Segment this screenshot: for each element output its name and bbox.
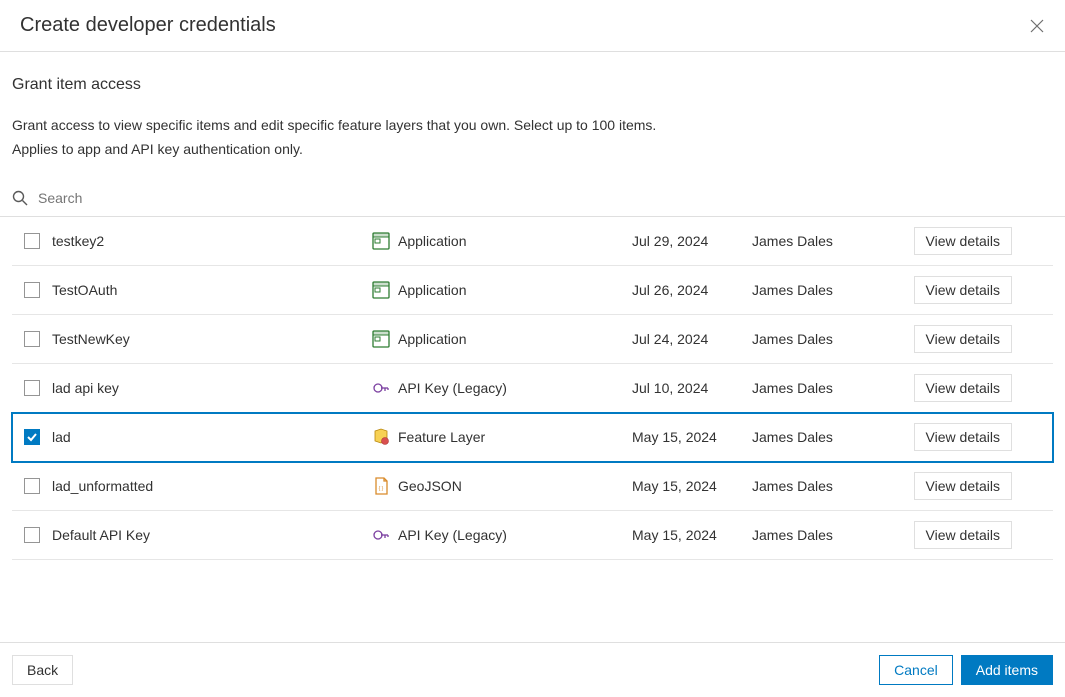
row-checkbox[interactable]	[24, 478, 40, 494]
modal-title: Create developer credentials	[20, 14, 276, 37]
table-row[interactable]: Default API Key API Key (Legacy) May 15, 2…	[12, 511, 1053, 560]
row-name: lad api key	[52, 380, 372, 396]
row-type: Feature Layer	[372, 428, 632, 446]
row-name: TestOAuth	[52, 282, 372, 298]
view-details-button[interactable]: View details	[914, 423, 1012, 451]
view-details-button[interactable]: View details	[914, 374, 1012, 402]
row-owner: James Dales	[752, 429, 882, 445]
row-type: Application	[372, 281, 632, 299]
row-owner: James Dales	[752, 380, 882, 396]
section-desc-1: Grant access to view specific items and …	[12, 114, 1053, 138]
apikey-icon	[372, 526, 390, 544]
search-icon	[12, 190, 28, 206]
view-details-button[interactable]: View details	[914, 472, 1012, 500]
row-date: May 15, 2024	[632, 478, 752, 494]
apikey-icon	[372, 379, 390, 397]
row-checkbox[interactable]	[24, 429, 40, 445]
row-owner: James Dales	[752, 233, 882, 249]
footer-right: Cancel Add items	[879, 655, 1053, 685]
row-name: Default API Key	[52, 527, 372, 543]
row-type-label: Application	[398, 233, 467, 249]
row-checkbox[interactable]	[24, 527, 40, 543]
row-name: TestNewKey	[52, 331, 372, 347]
table-row[interactable]: testkey2 Application Jul 29, 2024James Dal…	[12, 217, 1053, 266]
row-date: May 15, 2024	[632, 429, 752, 445]
table-row[interactable]: lad Feature Layer May 15, 2024James Dales V…	[12, 413, 1053, 462]
application-icon	[372, 281, 390, 299]
row-name: lad	[52, 429, 372, 445]
row-owner: James Dales	[752, 527, 882, 543]
row-type: API Key (Legacy)	[372, 379, 632, 397]
row-type-label: Application	[398, 331, 467, 347]
table-row[interactable]: lad api key API Key (Legacy) Jul 10, 2024J…	[12, 364, 1053, 413]
row-type: Application	[372, 330, 632, 348]
items-table[interactable]: testkey2ApplicationJul 29, 2024James Dal…	[0, 217, 1065, 642]
add-items-button[interactable]: Add items	[961, 655, 1053, 685]
view-details-button[interactable]: View details	[914, 276, 1012, 304]
table-row[interactable]: lad_unformatted { } GeoJSON May 15, 2024Jam…	[12, 462, 1053, 511]
application-icon	[372, 232, 390, 250]
row-date: May 15, 2024	[632, 527, 752, 543]
row-type: API Key (Legacy)	[372, 526, 632, 544]
section-desc-2: Applies to app and API key authenticatio…	[12, 138, 1053, 162]
row-date: Jul 26, 2024	[632, 282, 752, 298]
row-type-label: API Key (Legacy)	[398, 527, 507, 543]
view-details-button[interactable]: View details	[914, 227, 1012, 255]
create-credentials-modal: Create developer credentials Grant item …	[0, 0, 1065, 697]
row-checkbox[interactable]	[24, 380, 40, 396]
row-type-label: Application	[398, 282, 467, 298]
modal-header: Create developer credentials	[0, 0, 1065, 52]
table-row[interactable]: TestNewKey Application Jul 24, 2024James D…	[12, 315, 1053, 364]
row-type-label: GeoJSON	[398, 478, 462, 494]
section-title: Grant item access	[12, 76, 1053, 94]
row-name: testkey2	[52, 233, 372, 249]
search-bar	[0, 180, 1065, 217]
close-icon[interactable]	[1029, 18, 1045, 34]
row-checkbox[interactable]	[24, 233, 40, 249]
table-row[interactable]: TestOAuth Application Jul 26, 2024James Da…	[12, 266, 1053, 315]
row-name: lad_unformatted	[52, 478, 372, 494]
back-button[interactable]: Back	[12, 655, 73, 685]
row-type-label: Feature Layer	[398, 429, 485, 445]
row-type-label: API Key (Legacy)	[398, 380, 507, 396]
search-input[interactable]	[38, 190, 338, 206]
row-owner: James Dales	[752, 282, 882, 298]
geojson-icon: { }	[372, 477, 390, 495]
row-checkbox[interactable]	[24, 282, 40, 298]
row-date: Jul 24, 2024	[632, 331, 752, 347]
view-details-button[interactable]: View details	[914, 521, 1012, 549]
row-type: Application	[372, 232, 632, 250]
row-type: { } GeoJSON	[372, 477, 632, 495]
intro-block: Grant item access Grant access to view s…	[0, 52, 1065, 180]
modal-footer: Back Cancel Add items	[0, 642, 1065, 697]
row-checkbox[interactable]	[24, 331, 40, 347]
feature-icon	[372, 428, 390, 446]
svg-text:{ }: { }	[379, 486, 384, 492]
modal-body: Grant item access Grant access to view s…	[0, 52, 1065, 642]
application-icon	[372, 330, 390, 348]
cancel-button[interactable]: Cancel	[879, 655, 953, 685]
row-owner: James Dales	[752, 478, 882, 494]
row-date: Jul 10, 2024	[632, 380, 752, 396]
view-details-button[interactable]: View details	[914, 325, 1012, 353]
row-owner: James Dales	[752, 331, 882, 347]
row-date: Jul 29, 2024	[632, 233, 752, 249]
